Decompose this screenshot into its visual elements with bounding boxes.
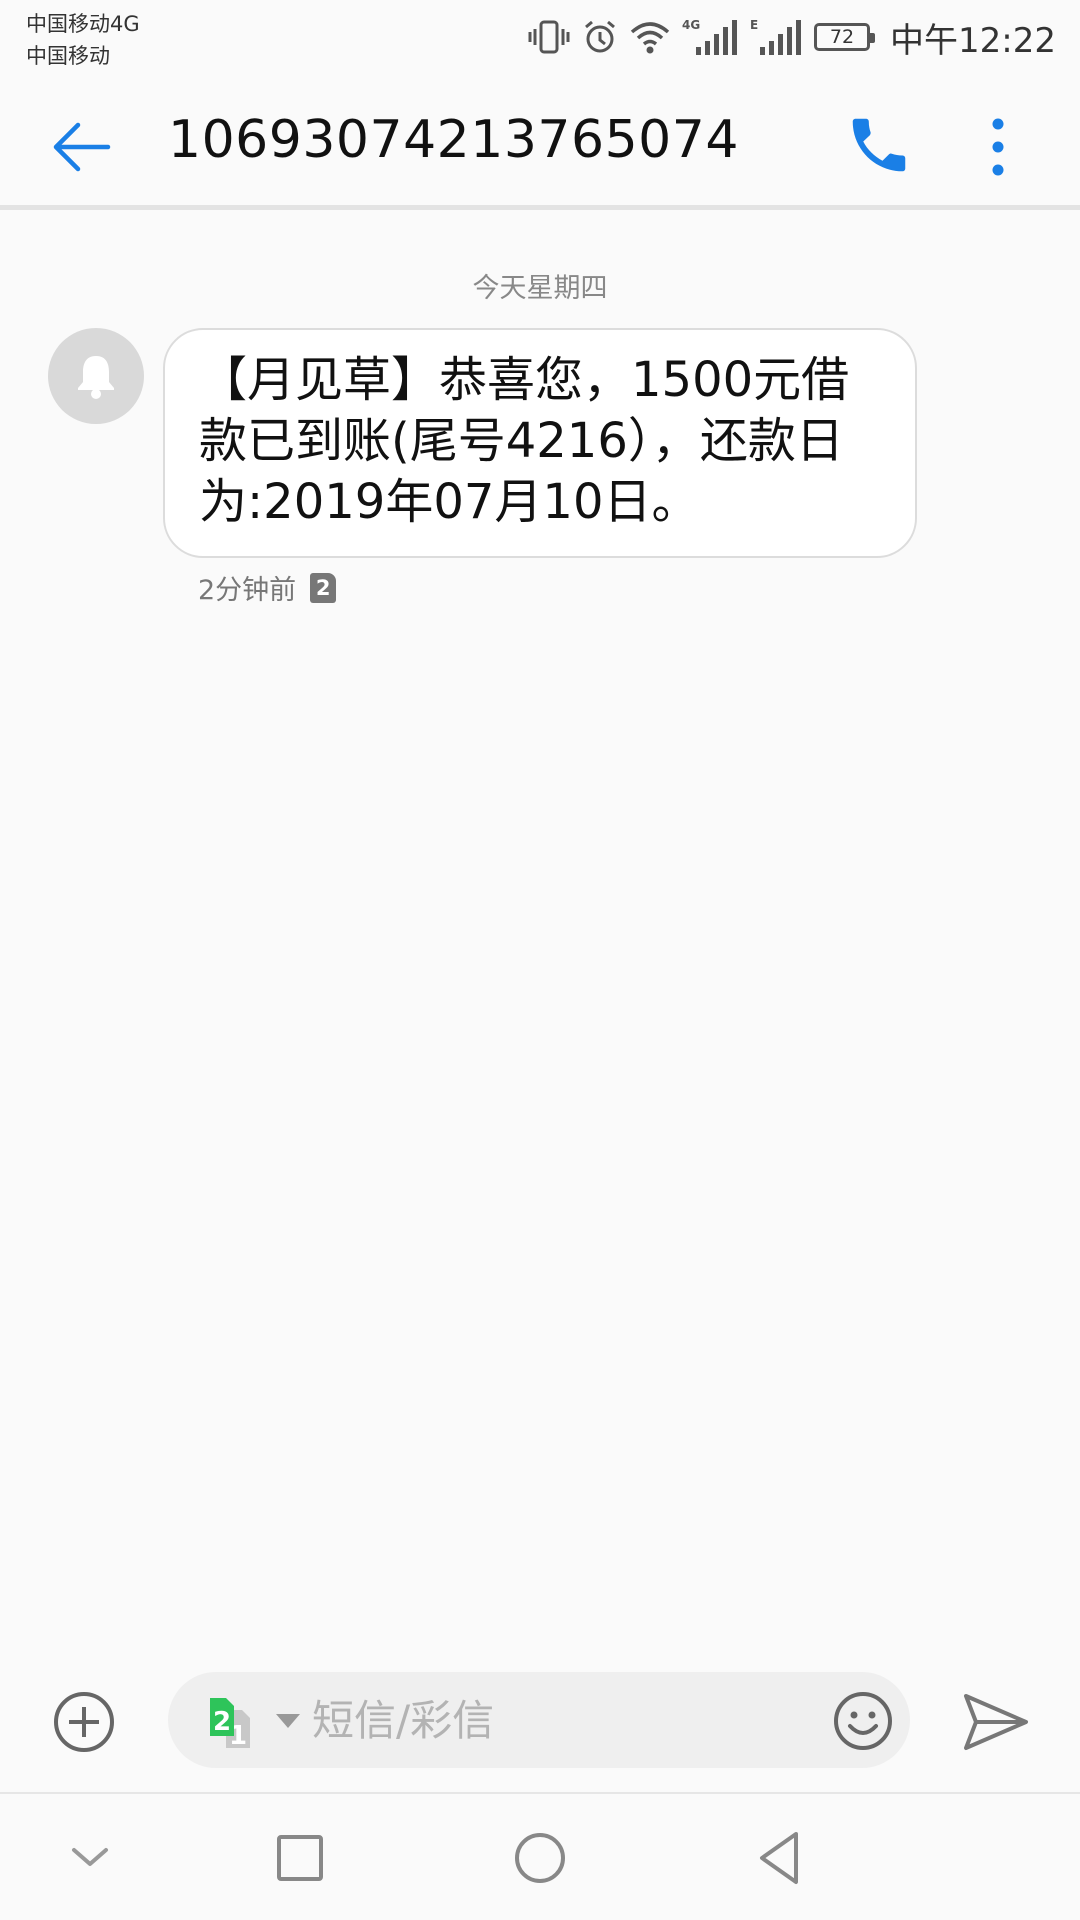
sim-selector[interactable]: 1 2 (208, 1696, 268, 1751)
chevron-down-icon (72, 1848, 108, 1866)
emoji-button[interactable] (832, 1690, 894, 1752)
triangle-back-icon (760, 1832, 798, 1884)
more-options-button[interactable] (978, 112, 1018, 182)
sim-number: 2 (315, 575, 331, 600)
sim-dropdown-arrow[interactable] (274, 1712, 302, 1730)
vibrate-icon (528, 19, 570, 55)
home-button[interactable] (508, 1826, 572, 1890)
signal-e-icon: E (750, 17, 802, 57)
carrier-secondary: 中国移动 (26, 44, 110, 68)
send-button[interactable] (962, 1690, 1030, 1754)
app-bar: 10693074213765074 (0, 80, 1080, 210)
back-nav-button[interactable] (748, 1826, 812, 1890)
status-time: 中午12:22 (890, 20, 1056, 61)
smiley-icon (834, 1692, 892, 1750)
message-time: 2分钟前 (198, 575, 297, 606)
call-button[interactable] (844, 110, 914, 180)
dual-sim-icon: 1 2 (210, 1698, 250, 1751)
back-button[interactable] (48, 112, 118, 182)
caret-down-icon (276, 1714, 300, 1728)
status-icons: 4G E 72 中午12:22 (528, 12, 1056, 62)
square-icon (277, 1835, 323, 1881)
signal-4g-icon: 4G (682, 17, 738, 57)
network-type-1: 4G (682, 18, 700, 32)
bell-icon (78, 356, 114, 399)
alarm-icon (582, 19, 618, 55)
message-text: 【月见草】恭喜您，1500元借款已到账(尾号4216），还款日为:2019年07… (199, 352, 850, 530)
wifi-icon (630, 20, 670, 54)
circle-icon (515, 1833, 565, 1883)
phone-icon (852, 118, 906, 172)
sender-avatar[interactable] (48, 328, 144, 424)
message-bubble[interactable]: 【月见草】恭喜您，1500元借款已到账(尾号4216），还款日为:2019年07… (163, 328, 917, 558)
network-type-2: E (750, 18, 758, 32)
message-input[interactable] (310, 1688, 790, 1752)
recents-button[interactable] (268, 1826, 332, 1890)
carrier-primary: 中国移动4G (26, 12, 140, 36)
battery-icon: 72 (814, 23, 876, 51)
plus-circle-icon (54, 1692, 114, 1752)
sim-card-icon: 2 (310, 572, 337, 603)
battery-level: 72 (829, 26, 855, 48)
sim-front-number: 2 (213, 1707, 231, 1737)
status-bar: 中国移动4G 中国移动 4G E 72 中午12:22 (0, 0, 1080, 80)
send-icon (964, 1694, 1028, 1750)
compose-bar: 1 2 (168, 1672, 910, 1768)
more-vertical-icon (992, 118, 1004, 176)
hide-keyboard-button[interactable] (58, 1826, 122, 1890)
conversation-title: 10693074213765074 (168, 110, 739, 170)
date-separator: 今天星期四 (472, 273, 608, 304)
attach-button[interactable] (52, 1690, 116, 1754)
arrow-left-icon (53, 122, 111, 172)
navigation-bar (0, 1792, 1080, 1920)
message-meta: 2分钟前 2 (198, 568, 337, 607)
